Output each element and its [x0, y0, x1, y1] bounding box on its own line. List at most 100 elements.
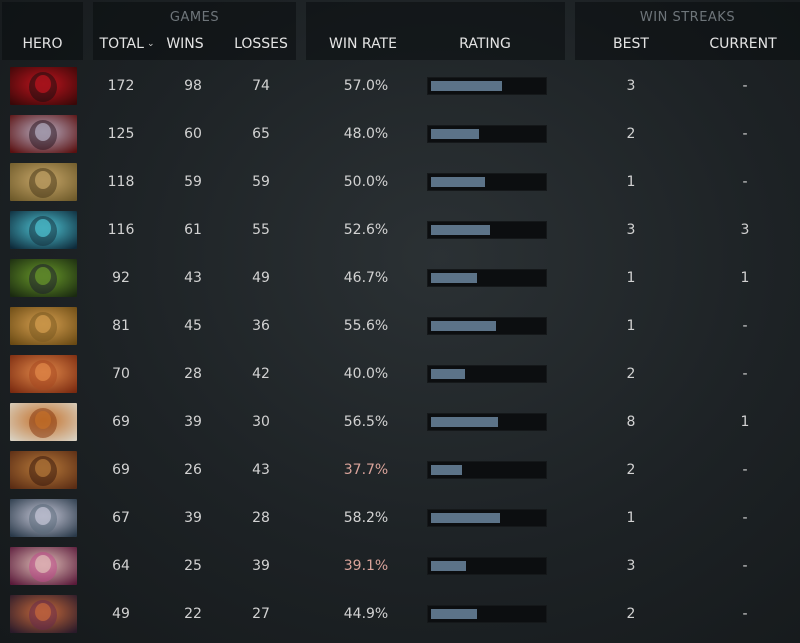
losses-value: 55 — [252, 222, 270, 238]
hero-portrait[interactable] — [10, 595, 77, 633]
losses-value: 43 — [252, 462, 270, 478]
table-row[interactable]: 67 39 28 58.2% 1 - — [0, 494, 800, 542]
hero-column-header[interactable]: HERO — [2, 36, 83, 52]
table-row[interactable]: 92 43 49 46.7% 1 1 — [0, 254, 800, 302]
win-rate-value: 44.9% — [343, 606, 389, 622]
hero-column-label: HERO — [22, 36, 63, 52]
current-streak-value: - — [742, 126, 748, 142]
table-row[interactable]: 81 45 36 55.6% 1 - — [0, 302, 800, 350]
table-row[interactable]: 64 25 39 39.1% 3 - — [0, 542, 800, 590]
current-streak-value: 1 — [740, 270, 750, 286]
table-row[interactable]: 49 22 27 44.9% 2 - — [0, 590, 800, 638]
rating-bar-fill — [431, 273, 477, 283]
win-rate-value: 52.6% — [343, 222, 389, 238]
wins-value: 43 — [184, 270, 202, 286]
total-games-value: 70 — [112, 366, 130, 382]
wins-value: 59 — [184, 174, 202, 190]
win-rate-value: 39.1% — [343, 558, 389, 574]
rating-bar — [427, 221, 547, 239]
rating-column-header[interactable]: RATING — [440, 36, 530, 52]
win-rate-value: 56.5% — [343, 414, 389, 430]
win-rate-value: 58.2% — [343, 510, 389, 526]
current-streak-value: 3 — [740, 222, 750, 238]
losses-value: 36 — [252, 318, 270, 334]
losses-value: 42 — [252, 366, 270, 382]
best-streak-value: 2 — [626, 366, 636, 382]
best-streak-value: 1 — [626, 270, 636, 286]
hero-portrait[interactable] — [10, 547, 77, 585]
hero-portrait[interactable] — [10, 355, 77, 393]
hero-portrait[interactable] — [10, 163, 77, 201]
rating-bar — [427, 269, 547, 287]
losses-value: 65 — [252, 126, 270, 142]
win-rate-column-header[interactable]: WIN RATE — [320, 36, 406, 52]
rating-bar-fill — [431, 561, 466, 571]
best-streak-value: 8 — [626, 414, 636, 430]
wins-value: 25 — [184, 558, 202, 574]
table-row[interactable]: 172 98 74 57.0% 3 - — [0, 62, 800, 110]
losses-column-header[interactable]: LOSSES — [226, 36, 296, 52]
rating-bar-fill — [431, 225, 490, 235]
rating-bar-fill — [431, 369, 465, 379]
total-games-value: 125 — [107, 126, 135, 142]
rating-bar — [427, 605, 547, 623]
total-games-value: 69 — [112, 462, 130, 478]
current-streak-value: - — [742, 510, 748, 526]
wins-value: 26 — [184, 462, 202, 478]
best-streak-value: 2 — [626, 606, 636, 622]
losses-value: 30 — [252, 414, 270, 430]
hero-portrait[interactable] — [10, 259, 77, 297]
hero-portrait[interactable] — [10, 211, 77, 249]
table-row[interactable]: 70 28 42 40.0% 2 - — [0, 350, 800, 398]
rating-bar-fill — [431, 81, 502, 91]
table-row[interactable]: 69 39 30 56.5% 8 1 — [0, 398, 800, 446]
total-games-value: 116 — [107, 222, 135, 238]
table-row[interactable]: 116 61 55 52.6% 3 3 — [0, 206, 800, 254]
total-games-value: 49 — [112, 606, 130, 622]
hero-portrait[interactable] — [10, 115, 77, 153]
rating-bar-fill — [431, 321, 496, 331]
wins-column-label: WINS — [166, 36, 204, 52]
hero-portrait[interactable] — [10, 499, 77, 537]
hero-portrait[interactable] — [10, 451, 77, 489]
rating-bar — [427, 317, 547, 335]
hero-portrait[interactable] — [10, 403, 77, 441]
hero-portrait[interactable] — [10, 307, 77, 345]
wins-value: 60 — [184, 126, 202, 142]
rating-bar — [427, 413, 547, 431]
rating-bar-fill — [431, 513, 500, 523]
current-column-label: CURRENT — [709, 36, 777, 52]
rating-bar — [427, 509, 547, 527]
win-rate-value: 55.6% — [343, 318, 389, 334]
wins-column-header[interactable]: WINS — [160, 36, 210, 52]
wins-value: 28 — [184, 366, 202, 382]
rating-bar — [427, 173, 547, 191]
wins-value: 22 — [184, 606, 202, 622]
rating-column-label: RATING — [459, 36, 511, 52]
current-streak-value: - — [742, 318, 748, 334]
rating-bar-fill — [431, 177, 485, 187]
rating-bar — [427, 365, 547, 383]
win-rate-value: 37.7% — [343, 462, 389, 478]
hero-portrait[interactable] — [10, 67, 77, 105]
best-streak-value: 2 — [626, 462, 636, 478]
wins-value: 39 — [184, 510, 202, 526]
best-streak-value: 3 — [626, 78, 636, 94]
current-column-header[interactable]: CURRENT — [700, 36, 786, 52]
total-games-value: 118 — [107, 174, 135, 190]
losses-value: 59 — [252, 174, 270, 190]
table-row[interactable]: 118 59 59 50.0% 1 - — [0, 158, 800, 206]
win-rate-value: 40.0% — [343, 366, 389, 382]
win-rate-value: 50.0% — [343, 174, 389, 190]
current-streak-value: - — [742, 78, 748, 94]
total-column-header[interactable]: TOTAL ⌄ — [94, 36, 160, 52]
games-group-label: GAMES — [169, 10, 220, 25]
best-streak-value: 1 — [626, 318, 636, 334]
table-row[interactable]: 69 26 43 37.7% 2 - — [0, 446, 800, 494]
wins-value: 61 — [184, 222, 202, 238]
table-row[interactable]: 125 60 65 48.0% 2 - — [0, 110, 800, 158]
best-column-header[interactable]: BEST — [600, 36, 662, 52]
best-streak-value: 1 — [626, 174, 636, 190]
total-games-value: 67 — [112, 510, 130, 526]
current-streak-value: - — [742, 462, 748, 478]
